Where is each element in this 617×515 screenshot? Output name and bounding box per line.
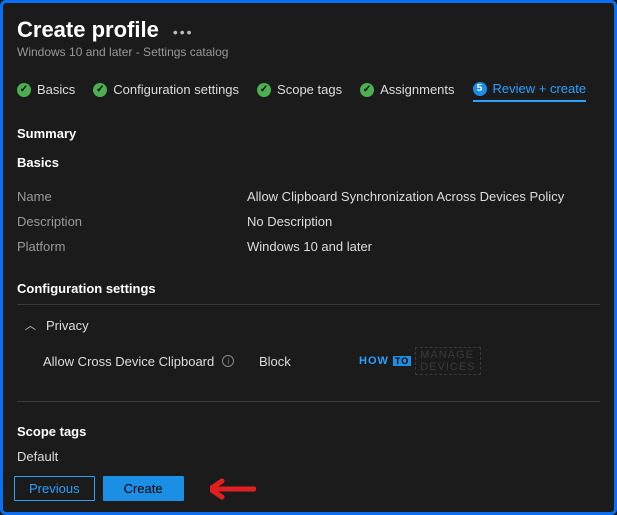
tab-label: Assignments xyxy=(380,82,454,97)
label: Description xyxy=(17,214,247,229)
tab-configuration-settings[interactable]: ✓ Configuration settings xyxy=(93,82,239,97)
create-button[interactable]: Create xyxy=(103,476,184,501)
summary-row-platform: Platform Windows 10 and later xyxy=(17,234,600,259)
config-settings-heading: Configuration settings xyxy=(17,281,600,296)
tab-label: Scope tags xyxy=(277,82,342,97)
wizard-steps: ✓ Basics ✓ Configuration settings ✓ Scop… xyxy=(3,65,614,106)
scope-tag-value: Default xyxy=(17,445,600,468)
summary-heading: Summary xyxy=(17,126,600,141)
setting-row-allow-cross-device-clipboard: Allow Cross Device Clipboard i Block HOW… xyxy=(17,347,600,393)
group-label: Privacy xyxy=(46,318,89,333)
check-icon: ✓ xyxy=(93,83,107,97)
value: Allow Clipboard Synchronization Across D… xyxy=(247,189,564,204)
watermark: HOW TO MANAGEDEVICES xyxy=(359,347,481,375)
setting-value: Block xyxy=(259,354,359,369)
annotation-arrow-icon xyxy=(210,477,256,501)
label: Name xyxy=(17,189,247,204)
tab-label: Configuration settings xyxy=(113,82,239,97)
divider xyxy=(17,401,600,402)
tab-label: Basics xyxy=(37,82,75,97)
privacy-group-toggle[interactable]: ︿ Privacy xyxy=(17,305,600,347)
scope-tags-heading: Scope tags xyxy=(17,424,600,439)
check-icon: ✓ xyxy=(17,83,31,97)
page-title: Create profile xyxy=(17,17,159,43)
summary-row-description: Description No Description xyxy=(17,209,600,234)
value: Windows 10 and later xyxy=(247,239,372,254)
chevron-up-icon: ︿ xyxy=(25,317,36,333)
tab-scope-tags[interactable]: ✓ Scope tags xyxy=(257,82,342,97)
step-number-icon: 5 xyxy=(473,82,487,96)
previous-button[interactable]: Previous xyxy=(14,476,95,501)
basics-heading: Basics xyxy=(17,155,600,170)
tab-assignments[interactable]: ✓ Assignments xyxy=(360,82,454,97)
tab-basics[interactable]: ✓ Basics xyxy=(17,82,75,97)
more-icon[interactable]: ••• xyxy=(173,21,194,39)
label: Platform xyxy=(17,239,247,254)
info-icon[interactable]: i xyxy=(222,355,234,367)
tab-review-create[interactable]: 5 Review + create xyxy=(473,81,587,102)
check-icon: ✓ xyxy=(360,83,374,97)
setting-label: Allow Cross Device Clipboard xyxy=(43,354,214,369)
check-icon: ✓ xyxy=(257,83,271,97)
summary-row-name: Name Allow Clipboard Synchronization Acr… xyxy=(17,184,600,209)
tab-label: Review + create xyxy=(493,81,587,96)
page-subtitle: Windows 10 and later - Settings catalog xyxy=(17,45,600,59)
value: No Description xyxy=(247,214,332,229)
